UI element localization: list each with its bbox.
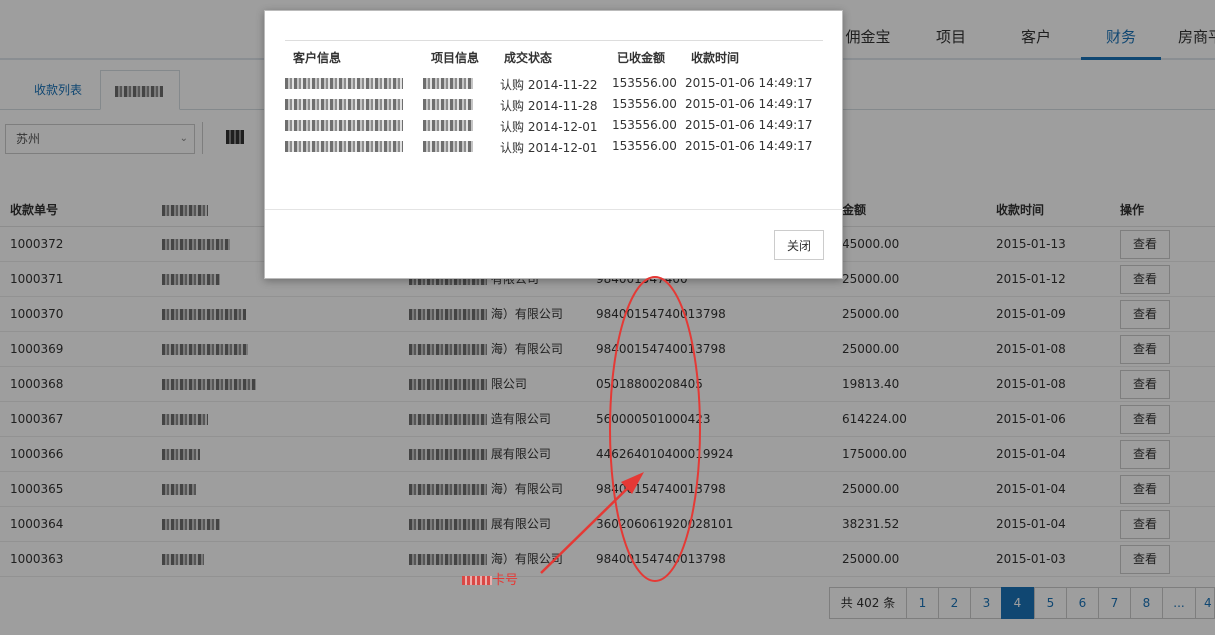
modal-customer xyxy=(285,118,403,132)
modal-customer xyxy=(285,97,403,111)
modal-received: 153556.00 xyxy=(612,139,677,153)
modal-customer xyxy=(285,76,403,90)
modal-received: 153556.00 xyxy=(612,118,677,132)
modal-project xyxy=(423,76,473,90)
modal-time: 2015-01-06 14:49:17 xyxy=(685,97,813,111)
modal-time: 2015-01-06 14:49:17 xyxy=(685,139,813,153)
modal-header-time: 收款时间 xyxy=(691,51,740,65)
modal-project xyxy=(423,139,473,153)
modal-received: 153556.00 xyxy=(612,76,677,90)
modal-customer xyxy=(285,139,403,153)
modal-header-project: 项目信息 xyxy=(431,51,480,65)
annotation-label: 卡号 xyxy=(462,569,518,588)
modal-project xyxy=(423,118,473,132)
modal-header-customer: 客户信息 xyxy=(293,51,342,65)
modal-divider-top xyxy=(285,40,823,41)
modal-received: 153556.00 xyxy=(612,97,677,111)
modal-status: 认购 2014-12-01 xyxy=(500,120,598,134)
modal-header-received: 已收金额 xyxy=(617,51,666,65)
annotation-blurred-text xyxy=(462,576,492,585)
modal-status: 认购 2014-12-01 xyxy=(500,141,598,155)
modal-header-status: 成交状态 xyxy=(504,51,553,65)
receipt-detail-modal: 客户信息 项目信息 成交状态 已收金额 收款时间 认购 2014-11-22 15… xyxy=(264,10,844,279)
modal-status: 认购 2014-11-28 xyxy=(500,99,598,113)
modal-status: 认购 2014-11-22 xyxy=(500,78,598,92)
close-button[interactable]: 关闭 xyxy=(774,230,824,260)
modal-time: 2015-01-06 14:49:17 xyxy=(685,76,813,90)
modal-project xyxy=(423,97,473,111)
modal-divider-bottom xyxy=(265,209,844,210)
modal-time: 2015-01-06 14:49:17 xyxy=(685,118,813,132)
